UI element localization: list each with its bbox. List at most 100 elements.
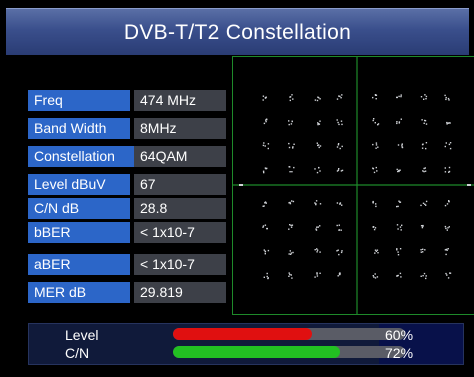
constellation-point — [293, 166, 295, 169]
constellation-point — [318, 146, 320, 149]
constellation-point — [314, 202, 316, 204]
constellation-point — [396, 224, 399, 226]
constellation-point — [336, 119, 338, 121]
constellation-screen: DVB-T/T2 Constellation Freq 474 MHz Band… — [0, 0, 474, 377]
constellation-point — [264, 250, 267, 252]
constellation-point — [374, 252, 376, 254]
constellation-point — [263, 276, 265, 278]
constellation-point — [264, 145, 266, 147]
constellation-point — [445, 253, 447, 256]
constellation-point — [336, 202, 339, 204]
constellation-point — [341, 169, 344, 172]
constellation-point — [339, 273, 341, 275]
constellation-point — [336, 250, 338, 252]
constellation-point — [314, 276, 316, 278]
info-value: < 1x10-7 — [134, 222, 226, 243]
info-value: 8MHz — [134, 118, 226, 139]
constellation-point — [319, 170, 321, 172]
constellation-point — [373, 118, 375, 120]
constellation-point — [291, 120, 293, 123]
constellation-point — [375, 205, 377, 208]
constellation-point — [262, 225, 265, 227]
constellation-point — [292, 147, 294, 149]
constellation-point — [397, 251, 399, 253]
constellation-point — [400, 94, 402, 96]
constellation-point — [338, 229, 341, 231]
constellation-point — [396, 121, 398, 123]
constellation-point — [373, 276, 375, 278]
constellation-point — [444, 225, 447, 228]
constellation-point — [445, 96, 447, 99]
info-value: 28.8 — [134, 198, 226, 219]
constellation-point — [399, 248, 402, 250]
constellation-point — [420, 204, 422, 207]
constellation-point — [396, 122, 398, 125]
info-value: 67 — [134, 174, 226, 195]
constellation-point — [420, 225, 423, 227]
constellation-point — [265, 96, 267, 98]
constellation-point — [372, 119, 374, 122]
constellation-point — [316, 142, 318, 144]
constellation-point — [290, 226, 293, 228]
info-value: < 1x10-7 — [134, 254, 226, 275]
constellation-point — [291, 277, 293, 279]
constellation-point — [292, 251, 294, 254]
constellation-point — [262, 95, 265, 97]
constellation-point — [267, 277, 269, 279]
constellation-point — [401, 224, 403, 226]
constellation-point — [425, 95, 428, 98]
constellation-point — [263, 122, 266, 125]
constellation-point — [340, 120, 343, 122]
constellation-point — [372, 96, 374, 99]
constellation-point — [291, 200, 293, 202]
constellation-point — [425, 142, 428, 144]
constellation-svg — [233, 57, 474, 314]
constellation-point — [319, 120, 321, 122]
constellation-point — [448, 170, 451, 173]
constellation-point — [421, 119, 423, 121]
constellation-point — [291, 171, 293, 173]
constellation-point — [338, 95, 340, 97]
constellation-point — [265, 120, 267, 123]
constellation-point — [316, 248, 318, 250]
constellation-point — [446, 249, 448, 251]
constellation-point — [375, 250, 378, 252]
info-label: Level dBuV — [28, 174, 130, 195]
constellation-point — [292, 200, 295, 203]
constellation-point — [446, 229, 448, 231]
constellation-point — [288, 228, 290, 230]
constellation-point — [424, 249, 426, 251]
constellation-point — [341, 123, 343, 126]
constellation-point — [266, 118, 268, 121]
constellation-point — [316, 272, 318, 274]
constellation-point — [288, 120, 290, 122]
constellation-point — [317, 144, 319, 147]
constellation-point — [288, 142, 290, 145]
title-bar: DVB-T/T2 Constellation — [6, 8, 469, 55]
constellation-point — [398, 169, 400, 172]
constellation-point — [422, 202, 425, 204]
constellation-point — [377, 146, 379, 148]
constellation-point — [397, 144, 400, 146]
constellation-point — [372, 202, 374, 204]
info-value: 29.819 — [134, 282, 226, 303]
constellation-point — [289, 273, 291, 276]
constellation-point — [425, 147, 427, 150]
constellation-point — [399, 169, 401, 171]
constellation-point — [400, 229, 402, 231]
constellation-point — [319, 251, 321, 253]
page-title: DVB-T/T2 Constellation — [123, 21, 352, 44]
constellation-point — [263, 249, 265, 251]
constellation-point — [289, 250, 291, 252]
constellation-point — [289, 201, 291, 204]
constellation-point — [337, 121, 339, 124]
constellation-point — [316, 251, 318, 253]
constellation-point — [266, 227, 268, 230]
constellation-point — [448, 99, 450, 101]
constellation-point — [319, 203, 322, 205]
constellation-point — [397, 228, 399, 230]
constellation-point — [421, 147, 424, 149]
constellation-point — [288, 146, 291, 149]
constellation-point — [337, 249, 339, 251]
constellation-point — [401, 144, 403, 146]
